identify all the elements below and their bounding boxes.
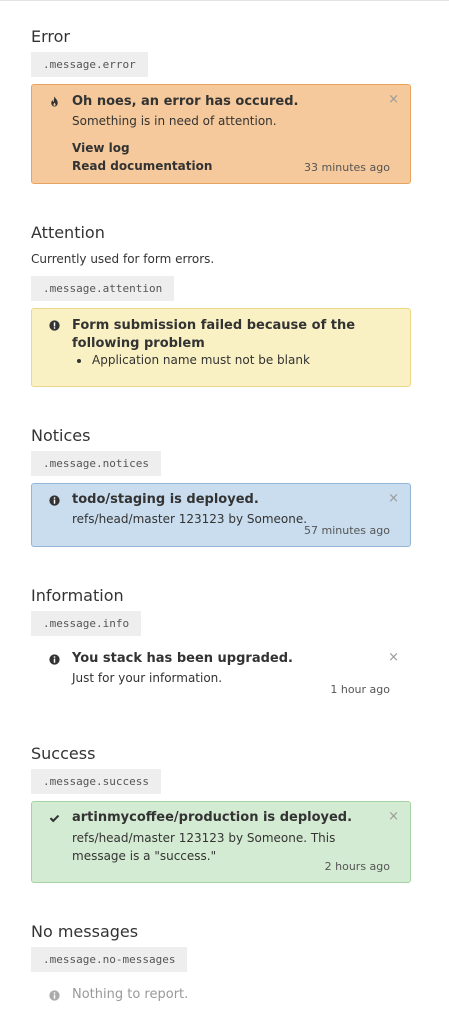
section-title: Attention [31,223,105,242]
timestamp: 33 minutes ago [304,161,390,174]
close-icon[interactable]: × [388,93,399,106]
no-messages-message: Nothing to report. [31,979,411,1015]
notices-message: todo/staging is deployed. refs/head/mast… [31,483,411,547]
timestamp: 2 hours ago [324,860,390,873]
message-detail: Just for your information. [72,671,223,685]
bullet-marker [77,359,81,363]
message-detail: refs/head/master 123123 by Someone. [72,512,308,526]
timestamp: 1 hour ago [330,683,390,696]
section-title: Success [31,744,96,763]
close-icon[interactable]: × [388,492,399,505]
message-title: Oh noes, an error has occured. [72,94,299,109]
exclamation-circle-icon [49,320,60,331]
info-circle-icon [49,654,60,665]
class-name-code: .message.success [31,769,161,794]
class-name-code: .message.attention [31,276,175,301]
information-message: You stack has been upgraded. Just for yo… [31,642,411,706]
close-icon[interactable]: × [388,651,399,664]
section-description: Currently used for form errors. [31,252,215,266]
info-circle-icon [49,990,60,1001]
flame-icon [51,96,58,107]
message-title: artinmycoffee/production is deployed. [72,810,353,825]
message-title: Nothing to report. [72,987,189,1002]
section-title: No messages [31,922,139,941]
read-documentation-link[interactable]: Read documentation [72,159,212,173]
class-name-code: .message.no-messages [31,947,188,972]
message-detail: refs/head/master 123123 by Someone. This… [72,831,336,863]
section-title: Notices [31,426,91,445]
view-log-link[interactable]: View log [72,141,130,155]
message-detail: Something is in need of attention. [72,114,277,128]
attention-message: Form submission failed because of the fo… [31,308,411,387]
message-title: You stack has been upgraded. [72,651,293,666]
close-icon[interactable]: × [388,810,399,823]
section-title: Error [31,27,70,46]
class-name-code: .message.error [31,52,148,77]
class-name-code: .message.info [31,611,142,636]
class-name-code: .message.notices [31,451,161,476]
success-message: artinmycoffee/production is deployed. re… [31,801,411,883]
timestamp: 57 minutes ago [304,524,390,537]
message-title: todo/staging is deployed. [72,492,259,507]
error-message: Oh noes, an error has occured. Something… [31,84,411,184]
checkmark-icon [49,814,60,823]
message-title: Form submission failed because of the fo… [72,318,356,351]
section-title: Information [31,586,124,605]
info-circle-icon [49,495,60,506]
error-list-item: Application name must not be blank [92,353,310,367]
